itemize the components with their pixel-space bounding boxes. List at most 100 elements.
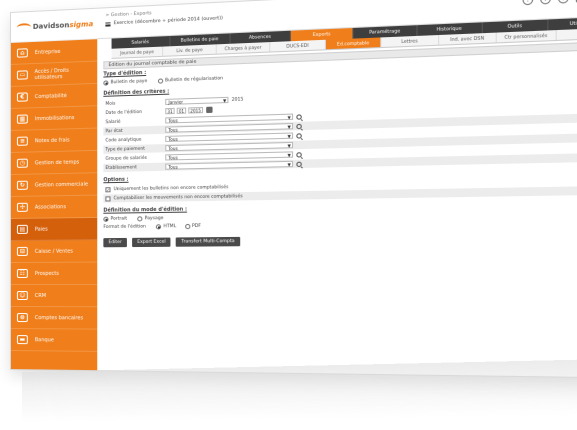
filter-value: Tous (168, 127, 177, 132)
filter-value: Tous (168, 145, 177, 150)
orientation-option[interactable]: Portrait (103, 216, 127, 221)
cart-icon: ⊟ (17, 247, 28, 256)
sidebar-item[interactable]: ↻Gestion commerciale (11, 173, 97, 197)
filter-select[interactable]: Tous▼ (165, 161, 293, 170)
chevron-down-icon: ▼ (288, 142, 292, 147)
help-icon[interactable]: ? (540, 0, 551, 5)
format-option[interactable]: PDF (185, 224, 201, 229)
radio-label: Portrait (111, 216, 128, 221)
calendar-icon[interactable] (206, 107, 212, 113)
edit-date-label: Date de l'édition (103, 109, 165, 116)
radio-button[interactable] (156, 224, 161, 229)
tab-secondary[interactable]: Ed.comptable (326, 37, 382, 49)
date-month-field[interactable]: 01 (177, 107, 186, 113)
format-options: HTML PDF (156, 224, 201, 230)
format-option[interactable]: HTML (156, 224, 176, 229)
chevron-down-icon: ▼ (288, 114, 292, 119)
radio-button[interactable] (158, 78, 163, 83)
filter-label: Par état (103, 127, 165, 134)
sidebar-item-label: Paies (35, 226, 48, 232)
filter-select[interactable]: Tous ▼ (165, 151, 293, 160)
date-year-field[interactable]: 2015 (188, 107, 203, 114)
date-day-field[interactable]: 31 (165, 108, 174, 114)
export-excel-button[interactable]: Export Excel (132, 238, 171, 248)
action-buttons: Editer Export Excel Transfert Multi-Compta (103, 233, 577, 247)
radio-button[interactable] (103, 80, 108, 85)
sidebar-item[interactable]: ⊜Comptes bancaires (11, 307, 97, 330)
building-icon: ⌂ (17, 48, 28, 57)
filter-label: Type de paiement (103, 146, 165, 153)
sidebar-item[interactable]: ▭ Accès / Droits utilisateurs (11, 62, 97, 87)
tab-secondary[interactable]: Divers (556, 28, 577, 40)
sidebar-item[interactable]: ▦Immobilisations (11, 106, 97, 131)
radio-label: HTML (163, 224, 176, 229)
logo[interactable]: Davidsonsigma (11, 9, 97, 43)
search-icon[interactable] (296, 152, 301, 157)
receipt-icon: ≡ (17, 137, 28, 146)
breadcrumb[interactable]: > Gestion - Exports (105, 11, 151, 18)
sidebar-item[interactable]: ▤Paies (11, 218, 97, 241)
chevron-down-icon: ▼ (223, 97, 227, 102)
sidebar-item-label: Notes de frais (35, 137, 70, 144)
checkbox[interactable]: ✓ (105, 187, 110, 192)
tab-secondary[interactable]: Lettres (382, 35, 439, 47)
search-icon[interactable] (296, 133, 301, 138)
notifications-icon[interactable]: ! (523, 0, 534, 5)
sidebar-item[interactable]: ☺CRM (11, 285, 97, 307)
sidebar-menu: ⌂Entreprise▭Accès / Droits utilisateurs€… (11, 39, 97, 352)
radio-button[interactable] (137, 216, 142, 221)
header-toolbar: ! ? ✱ ▤ ⇥ (523, 0, 577, 5)
search-icon[interactable] (296, 114, 301, 119)
tab-secondary[interactable]: Journal de paye (112, 47, 164, 58)
sidebar-item[interactable]: ▬Banque (11, 329, 97, 352)
filter-value: Tous (168, 155, 177, 160)
edit-button[interactable]: Editer (103, 238, 127, 247)
sidebar-item[interactable]: ◷ Gestion de temps (11, 151, 97, 175)
filter-label: Code analytique (103, 136, 165, 143)
sidebar-item[interactable]: ☷Prospects (11, 263, 97, 285)
search-icon[interactable] (296, 161, 301, 166)
sidebar-item[interactable]: € Comptabilité (11, 84, 97, 109)
chevron-down-icon: ▼ (288, 152, 292, 157)
tab-secondary[interactable]: Liv. de paye (164, 44, 217, 55)
orientation-option[interactable]: Paysage (137, 216, 163, 221)
sidebar-item-label: Caisse / Ventes (35, 248, 73, 254)
filter-value: Tous (168, 118, 177, 123)
euro-icon: € (17, 92, 28, 101)
folder-icon: ▭ (17, 70, 28, 79)
sidebar-item-label: Associations (35, 204, 66, 211)
radio-button[interactable] (103, 217, 108, 222)
radio-label: Bulletin de paye (111, 79, 148, 85)
sidebar-item[interactable]: ✣Associations (11, 196, 97, 219)
tab-primary[interactable]: Utilitaires (549, 16, 577, 30)
sidebar-item[interactable]: ⊟ Caisse / Ventes (11, 240, 97, 263)
tab-secondary[interactable]: DUCS-EDI (271, 40, 326, 52)
edition-type-option[interactable]: Bulletin de régularisation (158, 76, 223, 84)
checkbox[interactable] (105, 196, 110, 201)
radio-button[interactable] (185, 224, 190, 229)
period-label: Exercice (décembre + période 2014 (ouver… (114, 16, 223, 26)
period-year: 2015 (232, 97, 244, 103)
search-icon[interactable] (296, 123, 301, 128)
clock-icon: ◷ (17, 159, 28, 168)
format-label: Format de l'édition (103, 224, 145, 230)
radio-label: Bulletin de régularisation (165, 76, 223, 83)
edition-type-option[interactable]: Bulletin de paye (103, 79, 147, 86)
sidebar-item-label: Comptabilité (35, 93, 67, 100)
tab-secondary[interactable]: Charges à payer (217, 42, 271, 54)
menu-icon[interactable] (105, 22, 110, 26)
tab-secondary[interactable]: Ctr personnalisés (497, 30, 556, 42)
tab-secondary[interactable]: Ind. avec DSN (439, 33, 497, 45)
option-label: Comptabiliser les mouvements non encore … (114, 194, 243, 201)
sidebar-item-label: Gestion de temps (35, 159, 79, 166)
sidebar-item-label: Immobilisations (35, 115, 75, 122)
filter-label: Salarié (103, 118, 165, 125)
settings-icon[interactable]: ✱ (558, 0, 569, 4)
month-select[interactable]: Janvier ▼ (165, 97, 228, 105)
transfer-button[interactable]: Transfert Multi-Compta (176, 237, 240, 247)
sidebar-item-label: Accès / Droits utilisateurs (35, 66, 98, 80)
sidebar-item[interactable]: ≡ Notes de frais (11, 129, 97, 153)
radio-label: Paysage (145, 216, 164, 221)
sidebar-item-label: Prospects (35, 270, 59, 276)
chevron-down-icon: ▼ (288, 133, 292, 138)
